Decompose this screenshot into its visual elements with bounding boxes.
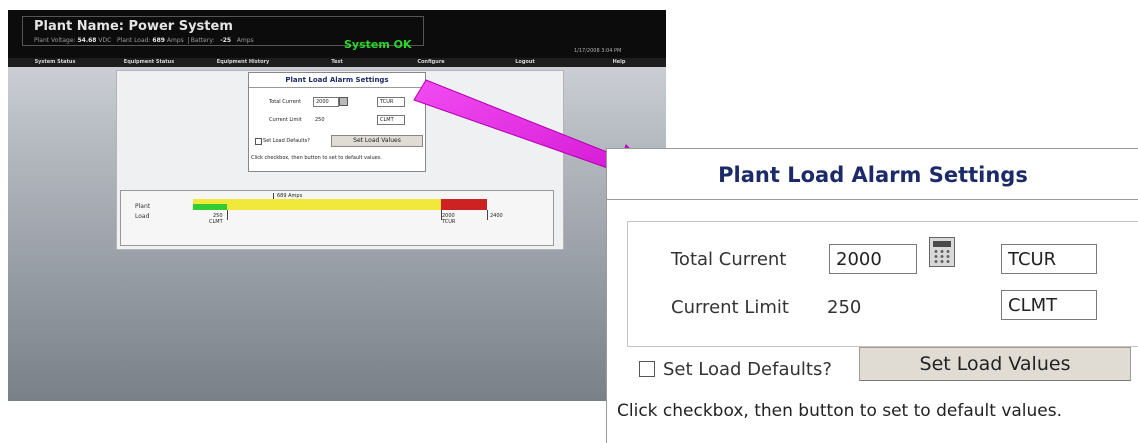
total-current-label: Total Current — [671, 249, 787, 270]
set-load-defaults-label: Set Load Defaults? — [663, 359, 832, 380]
current-limit-value: 250 — [827, 297, 862, 318]
calculator-icon[interactable] — [929, 237, 955, 267]
tcur-code-field: TCUR — [1001, 244, 1097, 274]
zoomed-settings-panel: Plant Load Alarm Settings Total Current … — [606, 148, 1138, 443]
calculator-screen — [933, 241, 951, 247]
calculator-keypad — [933, 249, 951, 264]
clmt-code-field: CLMT — [1001, 290, 1097, 320]
set-load-values-button[interactable]: Set Load Values — [859, 347, 1131, 381]
set-load-defaults-checkbox[interactable] — [639, 361, 655, 377]
divider — [607, 199, 1138, 200]
help-text: Click checkbox, then button to set to de… — [617, 401, 1063, 421]
current-limit-label: Current Limit — [671, 297, 789, 318]
settings-form — [627, 221, 1138, 347]
total-current-input[interactable]: 2000 — [829, 244, 917, 274]
settings-title: Plant Load Alarm Settings — [718, 163, 1028, 187]
